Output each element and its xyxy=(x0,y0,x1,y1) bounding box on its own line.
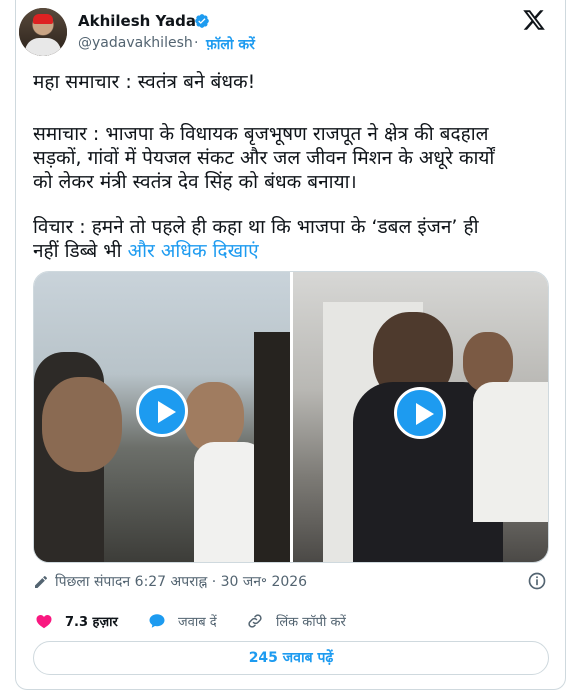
play-icon[interactable] xyxy=(136,385,188,437)
follow-button[interactable]: फ़ॉलो करें xyxy=(206,35,255,54)
link-icon[interactable] xyxy=(246,612,264,630)
verified-badge-icon xyxy=(195,14,209,28)
post-text-line-2: समाचार : भाजपा के विधायक बृजभूषण राजपूत … xyxy=(33,123,489,145)
post-text-line-5: विचार : हमने तो पहले ही कहा था कि भाजपा … xyxy=(33,216,479,238)
avatar[interactable] xyxy=(19,8,67,56)
media-grid xyxy=(33,271,549,563)
read-replies-button[interactable]: 245 जवाब पढ़ें xyxy=(33,641,549,675)
play-icon[interactable] xyxy=(394,387,446,439)
post-text-line-4: को लेकर मंत्री स्वतंत्र देव सिंह को बंधक… xyxy=(33,171,357,193)
post-text-line-6: नहीं डिब्बे भी और अधिक दिखाएं xyxy=(33,240,259,262)
post-text-line-3: सड़कों, गांवों में पेयजल संकट और जल जीवन… xyxy=(33,147,495,169)
handle-separator: · xyxy=(194,35,199,51)
heart-icon[interactable] xyxy=(35,612,53,630)
show-more-link[interactable]: और अधिक दिखाएं xyxy=(128,240,259,262)
author-name[interactable]: Akhilesh Yadav xyxy=(78,12,206,30)
like-count[interactable]: 7.3 हज़ार xyxy=(65,612,118,630)
video-2[interactable] xyxy=(293,272,548,562)
copy-link-button[interactable]: लिंक कॉपी करें xyxy=(276,612,346,630)
edited-timestamp[interactable]: पिछला संपादन 6:27 अपराह्न · 30 जन॰ 2026 xyxy=(55,572,307,591)
video-1[interactable] xyxy=(34,272,290,562)
author-handle[interactable]: @yadavakhilesh xyxy=(78,35,193,51)
reply-icon[interactable] xyxy=(148,612,166,630)
reply-button[interactable]: जवाब दें xyxy=(178,612,217,630)
post-text-line-1: महा समाचार : स्वतंत्र बने बंधक! xyxy=(33,71,256,93)
info-icon[interactable] xyxy=(527,571,547,591)
x-logo-icon[interactable] xyxy=(522,8,546,32)
pencil-icon xyxy=(35,575,48,588)
